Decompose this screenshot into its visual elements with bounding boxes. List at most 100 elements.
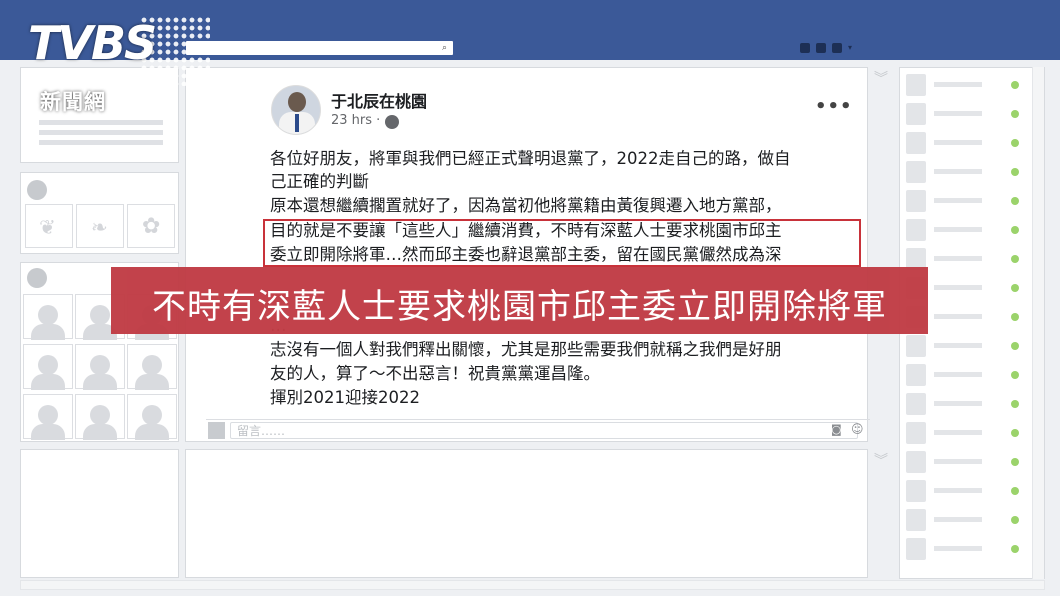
photo-thumb-leaf[interactable]: ❧	[76, 204, 124, 248]
post-text-line: 揮別2021迎接2022	[270, 388, 420, 407]
contact-name-placeholder	[934, 517, 982, 522]
contact-name-placeholder	[934, 430, 982, 435]
person-body	[83, 374, 117, 390]
comment-placeholder: 留言……	[237, 424, 286, 438]
person-icon	[38, 355, 58, 375]
online-status-icon	[1011, 226, 1019, 234]
top-icons: ▾	[800, 41, 866, 55]
chat-contact[interactable]	[906, 480, 1032, 502]
online-status-icon	[1011, 168, 1019, 176]
person-body	[135, 374, 169, 390]
contact-name-placeholder	[934, 169, 982, 174]
logo-subtitle: 新聞網	[40, 90, 106, 114]
chat-contact[interactable]	[906, 364, 1032, 386]
chat-contact[interactable]	[906, 190, 1032, 212]
chat-contact[interactable]	[906, 422, 1032, 444]
more-options-icon[interactable]: •••	[815, 96, 853, 117]
search-bar[interactable]: ⌕	[186, 41, 453, 55]
friend-thumb[interactable]	[23, 344, 73, 390]
photo-icon	[27, 180, 47, 200]
online-status-icon	[1011, 342, 1019, 350]
post-text-line: 原本還想繼續擱置就好了，因為當初他將黨籍由黃復興遷入地方黨部，	[270, 196, 782, 215]
news-caption-banner: 不時有深藍人士要求桃園市邱主委立即開除將軍	[111, 267, 928, 334]
chat-contact[interactable]	[906, 132, 1032, 154]
friend-thumb[interactable]	[75, 344, 125, 390]
online-status-icon	[1011, 429, 1019, 437]
flower-icon: ✿	[142, 214, 161, 239]
comment-input[interactable]: 留言……	[230, 422, 858, 439]
avatar-tie	[295, 114, 299, 132]
contact-name-placeholder	[934, 488, 982, 493]
contact-avatar	[906, 480, 926, 502]
messages-icon[interactable]	[816, 43, 826, 53]
contact-name-placeholder	[934, 140, 982, 145]
person-icon	[142, 355, 162, 375]
friend-thumb[interactable]	[23, 394, 73, 440]
chat-contact[interactable]	[906, 451, 1032, 473]
post-author-name[interactable]: 于北辰在桃園	[331, 88, 427, 112]
camera-icon[interactable]: ◙	[831, 423, 842, 436]
globe-icon	[385, 115, 399, 129]
chat-contact[interactable]	[906, 219, 1032, 241]
contact-avatar	[906, 335, 926, 357]
person-body	[135, 424, 169, 440]
post-text-line: 各位好朋友，將軍與我們已經正式聲明退黨了，2022走自己的路，做自	[270, 149, 791, 168]
contact-name-placeholder	[934, 314, 982, 319]
leaf-icon: ❧	[91, 215, 108, 239]
contact-name-placeholder	[934, 459, 982, 464]
friends-icon[interactable]	[800, 43, 810, 53]
chat-contact[interactable]	[906, 509, 1032, 531]
online-status-icon	[1011, 545, 1019, 553]
chevron-down-icon[interactable]: ︾	[874, 68, 888, 88]
butterfly-icon: ❦	[39, 215, 56, 239]
online-status-icon	[1011, 516, 1019, 524]
photo-thumb-flower[interactable]: ✿	[127, 204, 175, 248]
chevron-down-icon[interactable]: ︾	[874, 450, 888, 470]
photo-thumb-butterfly[interactable]: ❦	[25, 204, 73, 248]
online-status-icon	[1011, 197, 1019, 205]
chat-contact[interactable]	[906, 161, 1032, 183]
contact-name-placeholder	[934, 111, 982, 116]
emoji-icon[interactable]: ☺	[851, 422, 864, 436]
notifications-icon[interactable]	[832, 43, 842, 53]
highlight-box	[263, 219, 861, 267]
contact-avatar	[906, 509, 926, 531]
search-icon[interactable]: ⌕	[442, 41, 447, 55]
post-text-line: 志沒有一個人對我們釋出關懷，尤其是那些需要我們就稱之我們是好朋	[270, 340, 782, 359]
chat-contact[interactable]	[906, 74, 1032, 96]
person-icon	[90, 305, 110, 325]
friend-thumb[interactable]	[127, 344, 177, 390]
contact-name-placeholder	[934, 82, 982, 87]
friend-thumb[interactable]	[127, 394, 177, 440]
vertical-scrollbar[interactable]	[1032, 67, 1044, 579]
online-status-icon	[1011, 255, 1019, 263]
chat-contact[interactable]	[906, 538, 1032, 560]
friend-thumb[interactable]	[23, 294, 73, 340]
chat-contact[interactable]	[906, 335, 1032, 357]
contact-name-placeholder	[934, 546, 982, 551]
chat-contact[interactable]	[906, 103, 1032, 125]
author-avatar[interactable]	[271, 85, 321, 135]
post-text-line: 友的人，算了～不出惡言！祝貴黨黨運昌隆。	[270, 364, 600, 383]
online-status-icon	[1011, 110, 1019, 118]
contact-avatar	[906, 132, 926, 154]
tvbs-logo: TVBS 新聞網	[28, 16, 213, 116]
person-body	[31, 324, 65, 340]
placeholder-line	[39, 120, 163, 125]
comment-bar: 留言…… ◙ ☺	[206, 419, 870, 441]
account-menu-icon[interactable]: ▾	[848, 43, 866, 53]
contact-avatar	[906, 190, 926, 212]
chat-contact[interactable]	[906, 393, 1032, 415]
placeholder-line	[39, 130, 163, 135]
friend-thumb[interactable]	[75, 394, 125, 440]
person-icon	[142, 405, 162, 425]
post-timestamp[interactable]: 23 hrs ·	[331, 113, 380, 128]
left-bottom-panel	[20, 449, 179, 578]
person-icon	[90, 355, 110, 375]
online-status-icon	[1011, 139, 1019, 147]
online-status-icon	[1011, 313, 1019, 321]
contact-name-placeholder	[934, 372, 982, 377]
person-icon	[38, 305, 58, 325]
online-status-icon	[1011, 400, 1019, 408]
horizontal-scrollbar[interactable]	[20, 580, 1045, 590]
